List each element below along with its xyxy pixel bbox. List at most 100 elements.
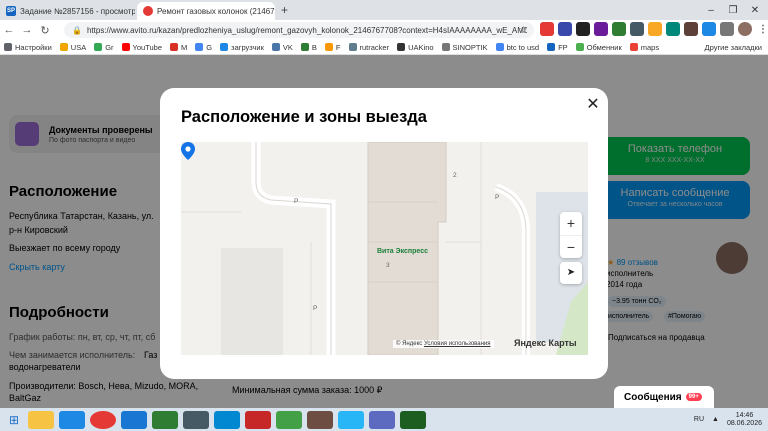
bookmark-item[interactable]: FP (547, 43, 568, 52)
language-indicator[interactable]: RU (694, 416, 704, 423)
maximize-button[interactable]: ❐ (722, 0, 744, 20)
close-window-button[interactable]: ✕ (744, 0, 766, 20)
chrome-icon[interactable] (90, 410, 116, 429)
app-icon[interactable] (369, 410, 395, 429)
bookmark-item[interactable]: Gr (94, 42, 114, 52)
tab-avito[interactable]: Ремонт газовых колонок (214676 ✕ (137, 2, 275, 20)
terms-link[interactable]: Условия использования (424, 341, 491, 347)
new-tab-button[interactable]: + (281, 3, 288, 17)
bookmark-label: YouTube (132, 42, 163, 52)
bookmark-label: USA (70, 42, 87, 52)
bookmark-label: Настройки (15, 42, 52, 52)
address-bar[interactable]: 🔒 https://www.avito.ru/kazan/predlozheni… (64, 22, 534, 38)
telegram-icon[interactable] (338, 410, 364, 429)
bookmark-item[interactable]: UAKino (397, 43, 434, 52)
bookmark-item[interactable]: G (195, 43, 212, 52)
bookmark-item[interactable]: B (300, 43, 317, 52)
tab-label: Ремонт газовых колонок (214676 (157, 6, 275, 16)
excel-icon[interactable] (400, 410, 426, 429)
messages-label: Сообщения (624, 391, 682, 403)
bookmark-item[interactable]: загрузчик (220, 43, 264, 52)
system-tray: RU ▲ 14:46 08.06.2026 (694, 408, 768, 431)
map-view[interactable]: P P P 2 3 Вита Экспресс + − ➤ © Яндекс У… (181, 142, 588, 355)
puzzle-icon[interactable] (720, 22, 734, 36)
bookmarks-bar: Настройки USA Gr YouTube M G загрузчик V… (0, 40, 768, 55)
bookmark-item[interactable]: rutracker (348, 42, 390, 52)
extension-icon[interactable] (702, 22, 716, 36)
extension-icon[interactable] (666, 22, 680, 36)
sp-favicon-icon: SP (6, 6, 16, 16)
messages-badge: 99+ (685, 393, 702, 401)
bookmark-label: Обменник (586, 42, 622, 52)
other-bookmarks[interactable]: Другие закладки (705, 43, 762, 52)
extension-icon[interactable] (612, 22, 626, 36)
profile-avatar[interactable] (738, 22, 752, 36)
back-icon[interactable]: ← (0, 24, 18, 36)
bookmark-item[interactable]: M (170, 43, 187, 52)
tab-task[interactable]: SP Задание №2857156 - просмотр з ✕ (0, 2, 135, 20)
messages-widget[interactable]: Сообщения 99+ (614, 386, 714, 408)
geolocation-button[interactable]: ➤ (560, 262, 582, 284)
lock-icon: 🔒 (72, 25, 82, 35)
windows-start-icon[interactable]: ⊞ (0, 413, 28, 427)
bookmark-item[interactable]: Обменник (575, 42, 622, 52)
clock-date: 08.06.2026 (726, 419, 762, 427)
avito-favicon-icon (143, 6, 153, 16)
explorer-icon[interactable] (28, 410, 54, 429)
bookmark-label: rutracker (359, 42, 390, 52)
taskbar: ⊞ RU ▲ 14:46 08.06.2026 (0, 408, 768, 431)
bookmark-label: maps (640, 42, 660, 52)
site-icon (547, 43, 556, 51)
zoom-in-button[interactable]: + (560, 212, 582, 235)
bookmark-item[interactable]: btc to usd (495, 42, 540, 52)
site-icon (348, 43, 357, 51)
bookmark-label: Gr (105, 42, 114, 52)
tab-strip: SP Задание №2857156 - просмотр з ✕ Ремон… (0, 0, 768, 20)
bookmark-item[interactable]: SINOPTIK (441, 42, 488, 52)
minimize-button[interactable]: – (700, 0, 722, 20)
app-icon[interactable] (121, 410, 147, 429)
app-icon[interactable] (276, 410, 302, 429)
bookmark-label: SINOPTIK (452, 42, 488, 52)
app-icon[interactable] (245, 410, 271, 429)
bookmark-label: VK (282, 42, 293, 52)
navigation-arrow-icon: ➤ (566, 267, 576, 278)
site-icon (94, 43, 103, 51)
extension-icon[interactable] (540, 22, 554, 36)
clock[interactable]: 14:46 08.06.2026 (727, 412, 762, 428)
app-icon[interactable] (152, 410, 178, 429)
bookmark-item[interactable]: maps (629, 42, 660, 52)
app-icon[interactable] (59, 410, 85, 429)
zoom-out-button[interactable]: − (560, 235, 582, 258)
bookmark-item[interactable]: Настройки (4, 43, 52, 52)
bookmark-star-icon[interactable]: ☆ (519, 25, 528, 36)
yandex-maps-logo[interactable]: Яндекс Карты (514, 338, 577, 348)
extension-icon[interactable] (576, 22, 590, 36)
extension-icon[interactable] (558, 22, 572, 36)
forward-icon[interactable]: → (18, 24, 36, 36)
extension-icon[interactable] (684, 22, 698, 36)
bookmark-item[interactable]: VK (271, 42, 293, 52)
copyright-text: © Яндекс (396, 341, 423, 347)
extension-icon[interactable] (630, 22, 644, 36)
map-copyright: © Яндекс Условия использования (393, 340, 494, 348)
maps-icon (629, 43, 638, 51)
app-icon[interactable] (214, 410, 240, 429)
bookmark-item[interactable]: USA (59, 42, 87, 52)
extensions-bar: ⋮ (540, 22, 768, 36)
map-pin-icon[interactable] (181, 142, 195, 160)
close-icon[interactable]: ✕ (584, 96, 602, 114)
gear-icon (4, 43, 12, 51)
extension-icon[interactable] (594, 22, 608, 36)
bookmark-item[interactable]: F (324, 43, 341, 52)
app-icon[interactable] (307, 410, 333, 429)
menu-kebab-icon[interactable]: ⋮ (756, 22, 768, 36)
network-icon[interactable]: ▲ (712, 416, 719, 423)
bookmark-item[interactable]: YouTube (121, 42, 163, 52)
bookmark-label: btc to usd (506, 42, 540, 52)
reload-icon[interactable]: ↻ (36, 24, 54, 37)
app-icon[interactable] (183, 410, 209, 429)
exchange-icon (575, 43, 584, 51)
extension-icon[interactable] (648, 22, 662, 36)
pin-label: Вита Экспресс (377, 248, 428, 255)
